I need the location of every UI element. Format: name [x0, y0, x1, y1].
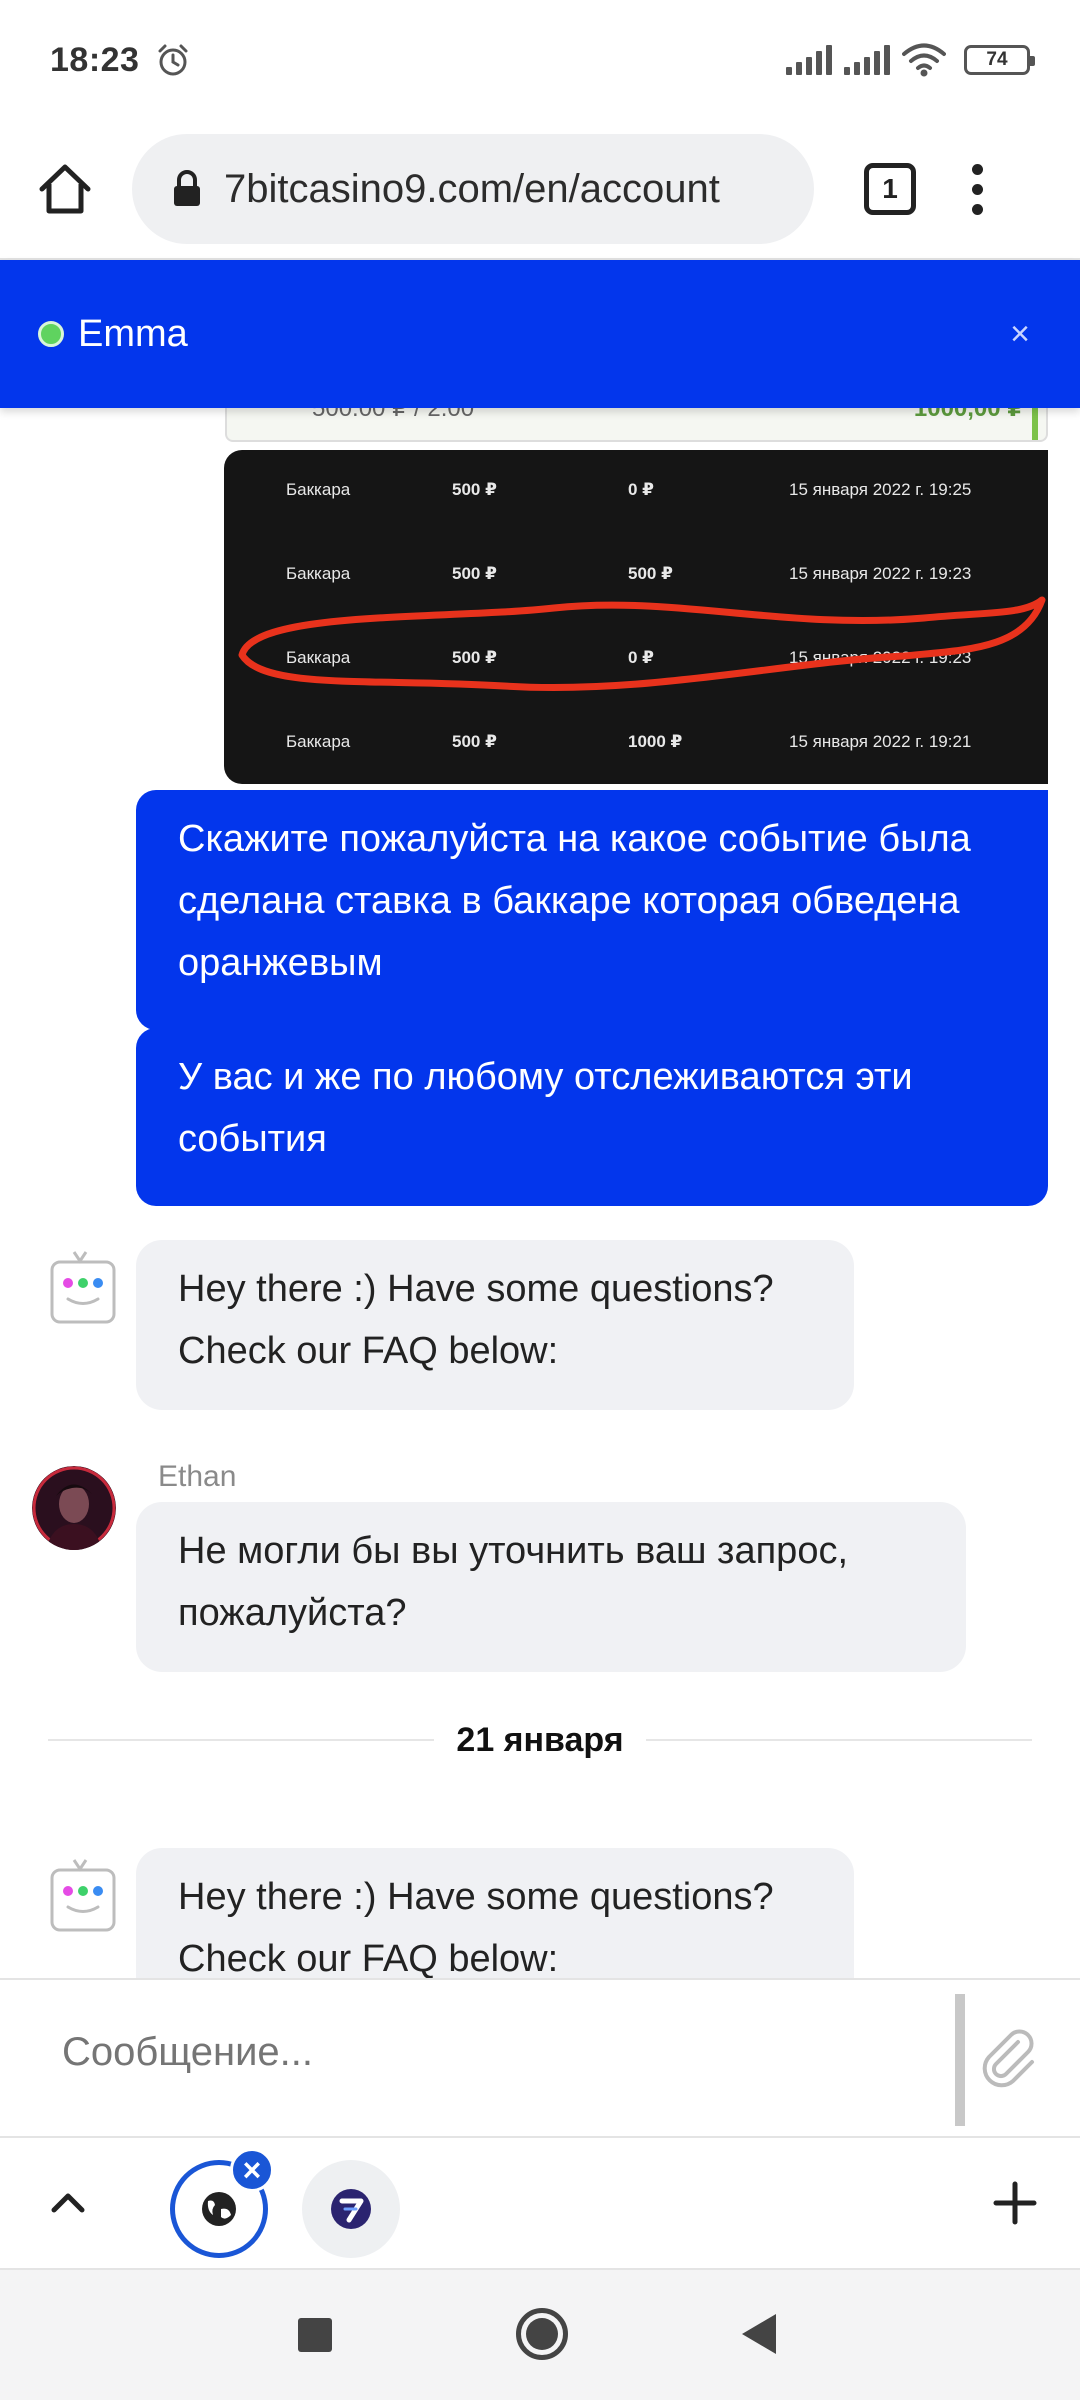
browser-bottom-bar: × — [0, 2140, 1080, 2270]
message-text: Hey there :) Have some questions? Check … — [178, 1876, 774, 1978]
message-input[interactable] — [62, 2030, 922, 2075]
separator-line — [645, 1739, 1033, 1741]
previous-image-attachment[interactable]: 500.00 ₽ / 2.00 1000,00 ₽ — [225, 408, 1048, 442]
separator-line — [48, 1739, 435, 1741]
signal-icon — [844, 45, 890, 75]
close-tab-button[interactable]: × — [230, 2148, 274, 2192]
home-nav-button[interactable] — [516, 2308, 568, 2360]
message-composer — [0, 1978, 1080, 2138]
composer-divider — [955, 1994, 965, 2126]
image-attachment[interactable]: Баккара 500 ₽ 0 ₽ 15 января 2022 г. 19:2… — [224, 450, 1048, 784]
online-status-icon — [38, 321, 64, 347]
status-icons: 74 — [786, 43, 1035, 77]
previous-image-text-right: 1000,00 ₽ — [913, 408, 1024, 422]
bot-avatar-icon — [50, 1859, 116, 1932]
url-text: 7bitcasino9.com/en/account — [224, 166, 720, 211]
lock-icon — [174, 170, 200, 206]
date-separator: 21 января — [48, 1718, 1033, 1762]
outgoing-message: У вас и же по любому отслеживаются эти с… — [136, 1028, 1048, 1206]
chat-header: Emma × — [0, 260, 1080, 408]
tabs-button[interactable]: 1 — [864, 163, 916, 215]
status-time: 18:23 — [50, 40, 140, 79]
plus-icon[interactable] — [990, 2178, 1040, 2228]
status-bar: 18:23 74 — [0, 0, 1080, 120]
home-button[interactable] — [30, 154, 100, 224]
previous-image-bar — [1032, 408, 1038, 440]
chat-messages[interactable]: 500.00 ₽ / 2.00 1000,00 ₽ Баккара 500 ₽ … — [0, 408, 1080, 1978]
attach-icon[interactable] — [976, 2024, 1040, 2088]
incoming-message: Hey there :) Have some questions? Check … — [136, 1240, 854, 1410]
phone-screen: 18:23 74 7bitcasino9.com/en/account 1 Em… — [0, 0, 1080, 2400]
agent-name: Ethan — [158, 1460, 237, 1493]
date-label: 21 января — [456, 1720, 624, 1759]
signal-icon — [786, 45, 832, 75]
message-text: У вас и же по любому отслеживаются эти с… — [178, 1056, 913, 1160]
battery-icon: 74 — [964, 45, 1035, 75]
site-tab-button[interactable] — [302, 2160, 400, 2258]
highlight-circle-icon — [238, 596, 1046, 691]
battery-level: 74 — [986, 49, 1008, 70]
globe-icon — [202, 2192, 236, 2226]
alarm-icon — [158, 44, 188, 76]
recents-button[interactable] — [298, 2318, 332, 2352]
message-text: Hey there :) Have some questions? Check … — [178, 1268, 774, 1372]
tab-count: 1 — [882, 173, 898, 204]
back-button[interactable] — [742, 2314, 776, 2354]
outgoing-message: Скажите пожалуйста на какое событие была… — [136, 790, 1048, 1030]
previous-image-text-left: 500.00 ₽ / 2.00 — [312, 408, 475, 422]
incoming-message: Hey there :) Have some questions? Check … — [136, 1848, 854, 1978]
url-field[interactable]: 7bitcasino9.com/en/account — [132, 134, 814, 244]
home-icon — [39, 164, 91, 214]
message-text: Скажите пожалуйста на какое событие была… — [178, 818, 971, 984]
agent-header-name: Emma — [78, 312, 188, 355]
more-vert-icon[interactable] — [962, 163, 992, 215]
wifi-icon — [902, 43, 946, 77]
browser-toolbar: 7bitcasino9.com/en/account 1 — [0, 120, 1080, 260]
close-chat-button[interactable]: × — [1010, 315, 1030, 354]
agent-avatar — [32, 1466, 116, 1550]
system-nav-bar — [0, 2270, 1080, 2400]
chevron-up-icon[interactable] — [44, 2180, 92, 2228]
seven-logo-icon — [331, 2189, 371, 2229]
incoming-message: Не могли бы вы уточнить ваш запрос, пожа… — [136, 1502, 966, 1672]
message-text: Не могли бы вы уточнить ваш запрос, пожа… — [178, 1530, 849, 1634]
bot-avatar-icon — [50, 1251, 116, 1324]
